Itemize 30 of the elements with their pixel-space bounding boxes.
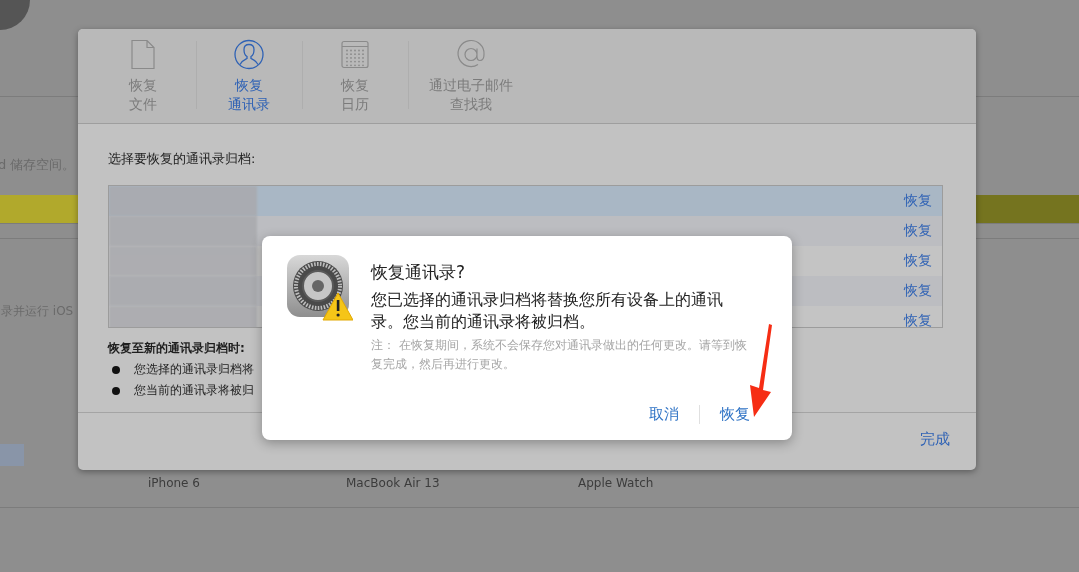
settings-warning-icon — [287, 255, 353, 321]
restore-link[interactable]: 恢复 — [904, 192, 932, 210]
tab[interactable]: 恢复 文件 — [90, 29, 196, 123]
note-text: 您当前的通讯录将被归 — [134, 382, 254, 399]
prompt-text: 选择要恢复的通讯录归档: — [108, 150, 257, 168]
dialog-title: 恢复通讯录? — [371, 261, 467, 284]
dialog-note: 注： 在恢复期间，系统不会保存您对通讯录做出的任何更改。请等到恢复完成，然后再进行更改。 — [371, 337, 748, 373]
at-sign-icon — [455, 39, 486, 70]
tab[interactable]: 恢复 日历 — [302, 29, 408, 123]
restore-link[interactable]: 恢复 — [904, 252, 932, 270]
done-button[interactable]: 完成 — [920, 430, 950, 449]
tab[interactable]: 恢复 通讯录 — [196, 29, 302, 123]
dialog-message: 您已选择的通讯录归档将替换您所有设备上的通讯录。您当前的通讯录将被归档。 — [371, 289, 724, 333]
device-name: iPhone 6 — [148, 476, 200, 490]
dialog-button[interactable]: 取消 — [629, 405, 699, 424]
blurred-block — [0, 444, 24, 466]
note-text: 您选择的通讯录归档将 — [134, 361, 254, 378]
archive-row[interactable]: 恢复 — [109, 186, 942, 216]
notes-heading: 恢复至新的通讯录归档时: — [108, 340, 245, 357]
tab[interactable]: 通过电子邮件 查找我 — [408, 29, 533, 123]
restore-link[interactable]: 恢复 — [904, 312, 932, 327]
restore-link[interactable]: 恢复 — [904, 282, 932, 300]
device-name: MacBook Air 13 — [346, 476, 440, 490]
bullet-icon — [112, 386, 120, 395]
document-icon — [131, 39, 155, 70]
restore-link[interactable]: 恢复 — [904, 222, 932, 240]
person-icon — [234, 39, 264, 70]
device-name: Apple Watch — [578, 476, 654, 490]
calendar-icon — [341, 39, 369, 70]
bullet-icon — [112, 365, 120, 374]
